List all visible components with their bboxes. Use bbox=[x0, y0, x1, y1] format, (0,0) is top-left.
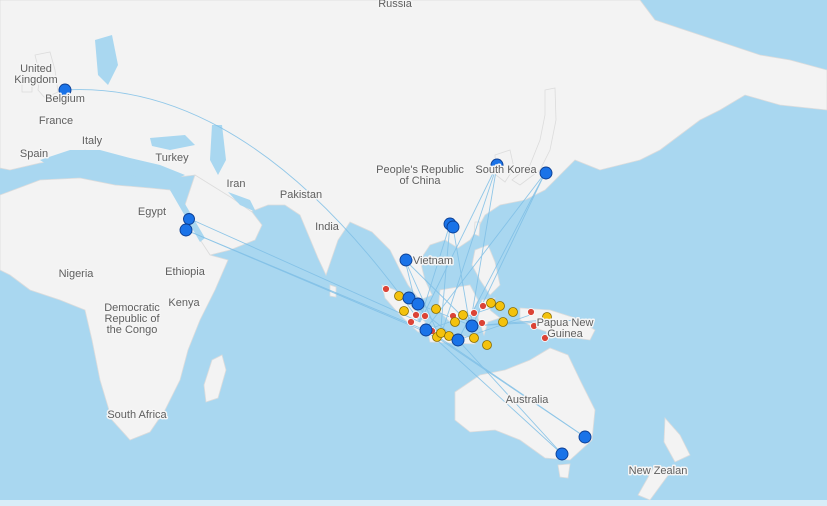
map-marker-blue[interactable] bbox=[411, 297, 425, 311]
map-marker-red[interactable] bbox=[382, 285, 390, 293]
map-bottom-edge bbox=[0, 500, 827, 506]
world-map[interactable]: Russia United Kingdom Belgium France Spai… bbox=[0, 0, 827, 506]
label-line: Vietnam bbox=[413, 255, 453, 267]
label-line: South Africa bbox=[107, 409, 167, 421]
map-marker-yellow[interactable] bbox=[394, 291, 404, 301]
label-line: New Zealan bbox=[629, 465, 688, 477]
map-marker-blue[interactable] bbox=[179, 223, 193, 237]
map-marker-yellow[interactable] bbox=[486, 298, 496, 308]
label-ethiopia: Ethiopia bbox=[165, 266, 206, 278]
map-marker-red[interactable] bbox=[407, 318, 415, 326]
map-marker-red[interactable] bbox=[479, 302, 487, 310]
map-marker-blue[interactable] bbox=[555, 447, 569, 461]
land-taiwan bbox=[473, 221, 481, 237]
map-marker-yellow[interactable] bbox=[498, 317, 508, 327]
label-line: Turkey bbox=[155, 152, 189, 164]
label-line: the Congo bbox=[107, 324, 158, 336]
label-vietnam: Vietnam bbox=[413, 255, 453, 267]
map-marker-yellow[interactable] bbox=[469, 333, 479, 343]
label-belgium: Belgium bbox=[45, 93, 85, 105]
label-nigeria: Nigeria bbox=[59, 268, 95, 280]
label-line: Ethiopia bbox=[165, 266, 206, 278]
map-marker-yellow[interactable] bbox=[508, 307, 518, 317]
map-marker-blue[interactable] bbox=[465, 319, 479, 333]
land-tasmania bbox=[557, 463, 571, 479]
map-marker-yellow[interactable] bbox=[495, 301, 505, 311]
label-russia: Russia bbox=[378, 0, 413, 10]
label-line: Australia bbox=[506, 394, 550, 406]
label-line: Belgium bbox=[45, 93, 85, 105]
map-marker-red[interactable] bbox=[478, 319, 486, 327]
map-marker-blue[interactable] bbox=[539, 166, 553, 180]
label-australia: Australia bbox=[506, 394, 550, 406]
map-marker-red[interactable] bbox=[527, 308, 535, 316]
label-line: Pakistan bbox=[280, 189, 322, 201]
label-italy: Italy bbox=[82, 135, 103, 147]
label-line: Guinea bbox=[547, 328, 583, 340]
label-line: Spain bbox=[20, 148, 48, 160]
label-line: of China bbox=[400, 175, 442, 187]
map-marker-blue[interactable] bbox=[446, 220, 460, 234]
label-line: Russia bbox=[378, 0, 413, 10]
map-marker-yellow[interactable] bbox=[431, 304, 441, 314]
map-marker-blue[interactable] bbox=[419, 323, 433, 337]
label-drc: Democratic Republic of the Congo bbox=[104, 302, 160, 336]
label-south-africa: South Africa bbox=[107, 409, 167, 421]
label-india: India bbox=[315, 221, 340, 233]
label-france: France bbox=[39, 115, 73, 127]
map-marker-yellow[interactable] bbox=[482, 340, 492, 350]
label-egypt: Egypt bbox=[138, 206, 166, 218]
map-marker-blue[interactable] bbox=[578, 430, 592, 444]
map-marker-yellow[interactable] bbox=[450, 317, 460, 327]
label-turkey: Turkey bbox=[155, 152, 189, 164]
label-line: Kingdom bbox=[14, 74, 57, 86]
label-line: Egypt bbox=[138, 206, 166, 218]
map-marker-blue[interactable] bbox=[183, 213, 195, 225]
label-line: Iran bbox=[227, 178, 246, 190]
map-marker-yellow[interactable] bbox=[458, 310, 468, 320]
label-line: Nigeria bbox=[59, 268, 95, 280]
label-spain: Spain bbox=[20, 148, 48, 160]
label-line: Italy bbox=[82, 135, 103, 147]
map-marker-red[interactable] bbox=[412, 311, 420, 319]
map-marker-red[interactable] bbox=[421, 312, 429, 320]
map-marker-blue[interactable] bbox=[399, 253, 413, 267]
label-line: France bbox=[39, 115, 73, 127]
map-marker-red[interactable] bbox=[470, 309, 478, 317]
label-line: India bbox=[315, 221, 340, 233]
label-south-korea: South Korea bbox=[475, 164, 537, 176]
label-line: Kenya bbox=[168, 297, 200, 309]
map-marker-blue[interactable] bbox=[451, 333, 465, 347]
label-line: South Korea bbox=[475, 164, 537, 176]
label-new-zealand: New Zealan bbox=[629, 465, 688, 477]
map-marker-yellow[interactable] bbox=[399, 306, 409, 316]
label-pakistan: Pakistan bbox=[280, 189, 322, 201]
label-kenya: Kenya bbox=[168, 297, 200, 309]
label-united-kingdom: United Kingdom bbox=[14, 63, 57, 86]
label-iran: Iran bbox=[227, 178, 246, 190]
